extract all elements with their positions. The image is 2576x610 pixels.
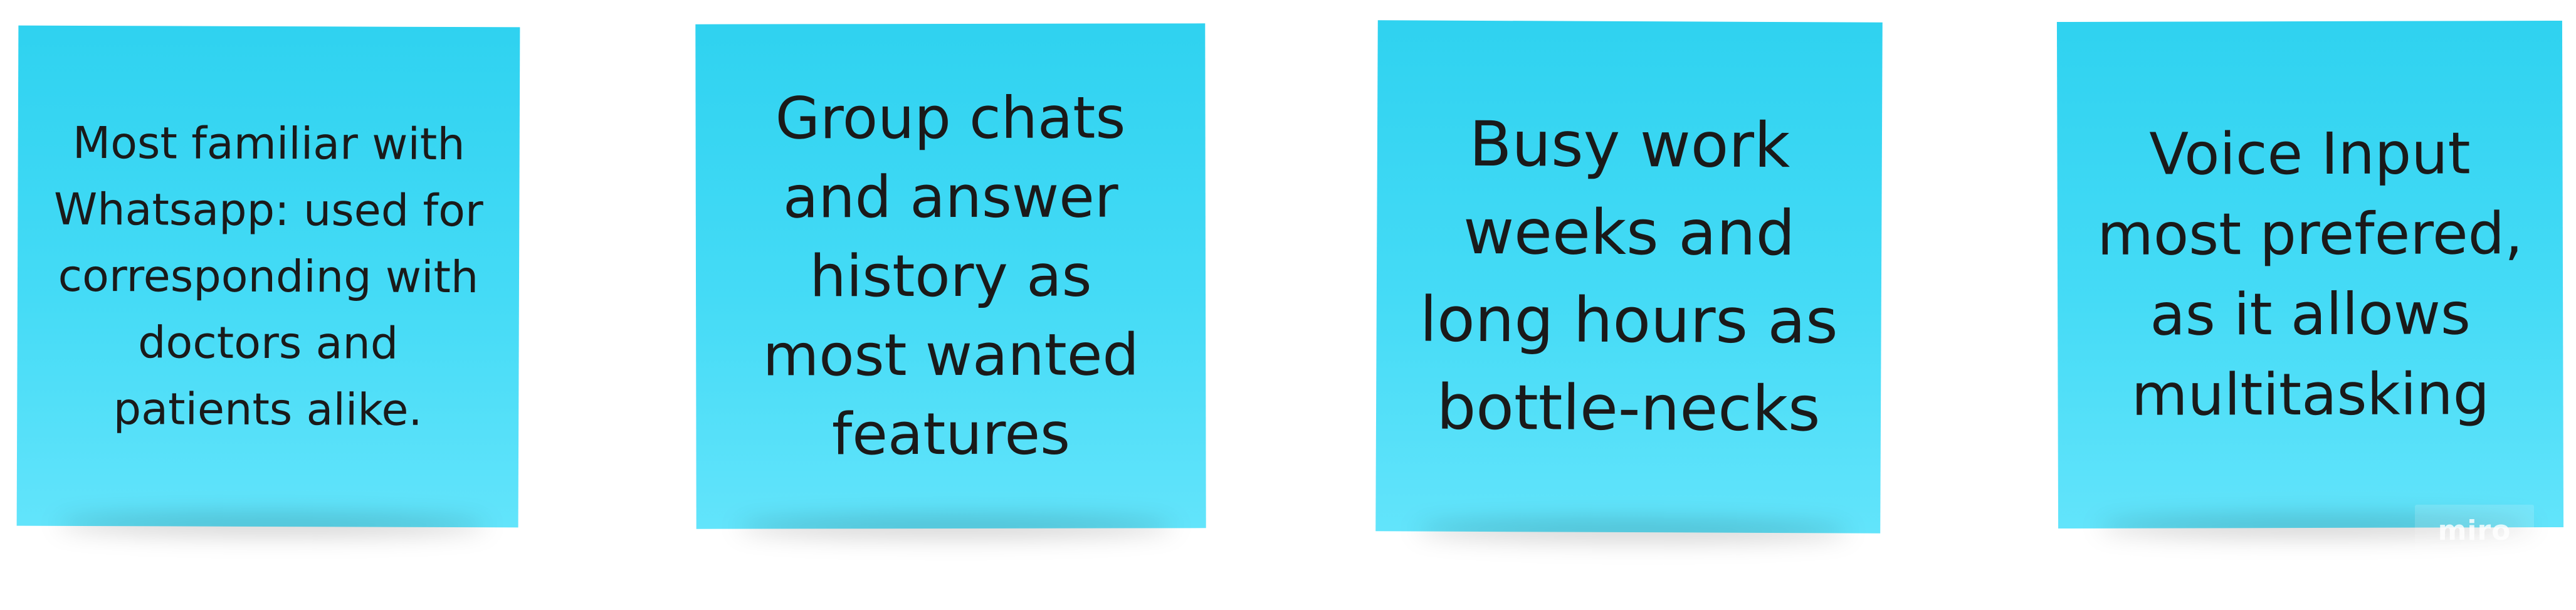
sticky-note-voice-input[interactable]: Voice Input most prefered, as it allows … bbox=[2056, 20, 2564, 529]
sticky-note-bottlenecks[interactable]: Busy work weeks and long hours as bottle… bbox=[1375, 20, 1883, 534]
sticky-note-text: Most familiar with Whatsapp: used for co… bbox=[53, 117, 483, 436]
sticky-note-text: Group chats and answer history as most w… bbox=[762, 84, 1139, 468]
sticky-note-board: Most familiar with Whatsapp: used for co… bbox=[0, 0, 2576, 610]
sticky-note-whatsapp-familiarity[interactable]: Most familiar with Whatsapp: used for co… bbox=[16, 25, 520, 528]
miro-watermark: miro bbox=[2415, 505, 2534, 556]
sticky-note-wanted-features[interactable]: Group chats and answer history as most w… bbox=[695, 23, 1206, 529]
sticky-note-text: Busy work weeks and long hours as bottle… bbox=[1419, 108, 1839, 445]
sticky-note-text: Voice Input most prefered, as it allows … bbox=[2097, 120, 2523, 429]
